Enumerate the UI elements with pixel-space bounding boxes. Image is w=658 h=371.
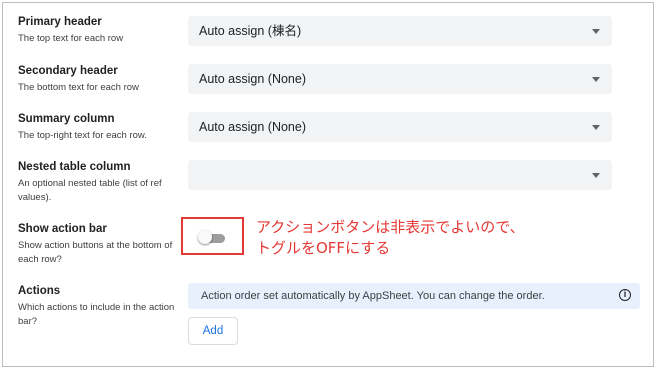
action-bar-description: Show action buttons at the bottom of eac… [18, 240, 173, 265]
primary-header-description: The top text for each row [18, 33, 124, 44]
chevron-down-icon [592, 173, 600, 178]
secondary-header-title: Secondary header [18, 65, 118, 77]
action-bar-label-group: Show action bar Show action buttons at t… [18, 222, 178, 267]
actions-title: Actions [18, 285, 61, 297]
action-bar-toggle[interactable] [198, 230, 212, 244]
chevron-down-icon [592, 29, 600, 34]
nested-table-title: Nested table column [18, 161, 131, 173]
action-order-banner: Action order set automatically by AppShe… [188, 283, 640, 309]
nested-table-select[interactable] [188, 160, 612, 190]
primary-header-select[interactable]: Auto assign (棟名) [188, 16, 612, 46]
summary-column-label-group: Summary column The top-right text for ea… [18, 112, 178, 143]
chevron-down-icon [592, 125, 600, 130]
annotation-text: アクションボタンは非表示でよいので、 トグルをOFFにする [256, 218, 525, 257]
action-bar-title: Show action bar [18, 223, 107, 235]
secondary-header-value: Auto assign (None) [199, 72, 307, 86]
actions-description: Which actions to include in the action b… [18, 302, 175, 327]
secondary-header-select[interactable]: Auto assign (None) [188, 64, 612, 94]
settings-panel: Primary header The top text for each row… [2, 2, 654, 367]
summary-column-value: Auto assign (None) [199, 120, 307, 134]
summary-column-description: The top-right text for each row. [18, 130, 147, 141]
secondary-header-description: The bottom text for each row [18, 82, 139, 93]
nested-table-description: An optional nested table (list of ref va… [18, 178, 162, 203]
add-action-button[interactable]: Add [188, 317, 238, 345]
secondary-header-label-group: Secondary header The bottom text for eac… [18, 64, 178, 95]
toggle-highlight-box [181, 217, 244, 255]
info-icon[interactable]: i [619, 289, 631, 301]
action-order-info-text: Action order set automatically by AppShe… [201, 290, 545, 302]
nested-table-label-group: Nested table column An optional nested t… [18, 160, 176, 205]
summary-column-title: Summary column [18, 113, 115, 125]
primary-header-label-group: Primary header The top text for each row [18, 15, 178, 46]
actions-label-group: Actions Which actions to include in the … [18, 284, 178, 329]
summary-column-select[interactable]: Auto assign (None) [188, 112, 612, 142]
primary-header-title: Primary header [18, 16, 102, 28]
chevron-down-icon [592, 77, 600, 82]
primary-header-value: Auto assign (棟名) [199, 24, 302, 38]
